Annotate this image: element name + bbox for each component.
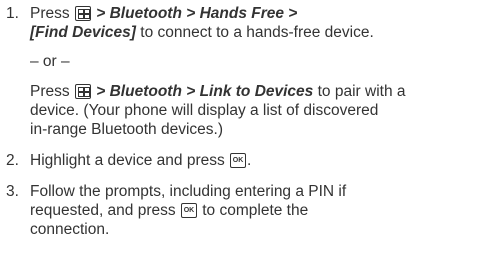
step-2-text: Highlight a device and press xyxy=(30,152,225,169)
alt-text: to pair with a xyxy=(317,83,406,100)
step-1-text: to connect to a hands-free device. xyxy=(140,24,374,41)
menu-key-icon xyxy=(74,84,91,99)
ok-key-icon: OK xyxy=(180,203,197,218)
step-3-text: requested, and press xyxy=(30,202,176,219)
menu-path: > Bluetooth > Hands Free > xyxy=(96,5,298,22)
menu-key-icon xyxy=(74,6,91,21)
menu-path: > Bluetooth > Link to Devices xyxy=(96,83,314,100)
step-3-text-end: to complete the xyxy=(202,202,309,219)
press-text: Press xyxy=(30,5,70,22)
step-number: 3. xyxy=(6,183,19,200)
find-devices-label: [Find Devices] xyxy=(30,24,136,41)
instruction-list: 1. Press > Bluetooth > Hands Free > [Fin… xyxy=(6,5,406,238)
step-number: 1. xyxy=(6,5,19,22)
press-text: Press xyxy=(30,83,70,100)
ok-key-icon: OK xyxy=(230,153,247,168)
step-number: 2. xyxy=(6,152,19,169)
